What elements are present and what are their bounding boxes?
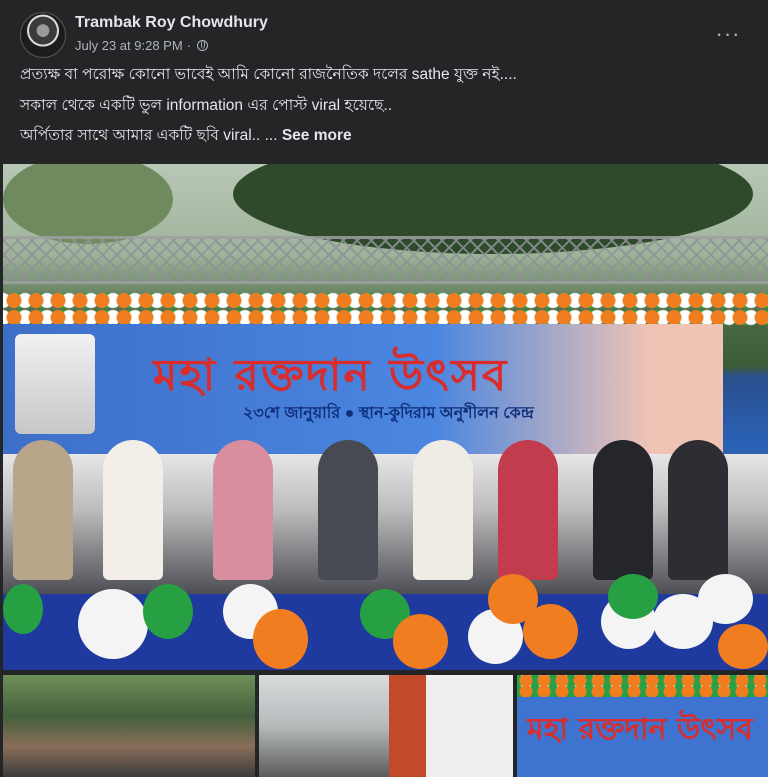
- person: [498, 440, 558, 580]
- balloon: [698, 574, 753, 624]
- thumbnail-photo-2[interactable]: [259, 675, 513, 777]
- post-meta: July 23 at 9:28 PM ·: [75, 38, 209, 53]
- stage-truss: [3, 236, 768, 284]
- balloon: [393, 614, 448, 669]
- globe-icon[interactable]: [197, 40, 209, 51]
- main-photo[interactable]: মহা রক্তদান উৎসব ২৩শে জানুয়ারি ● স্থান-…: [3, 164, 768, 670]
- balloon: [253, 609, 308, 669]
- see-more-button[interactable]: See more: [282, 127, 352, 144]
- photo-scene: মহা রক্তদান উৎসব ২৩শে জানুয়ারি ● স্থান-…: [3, 164, 768, 670]
- balloon: [78, 589, 148, 659]
- person: [213, 440, 273, 580]
- post-timestamp[interactable]: July 23 at 9:28 PM: [75, 38, 183, 53]
- facebook-post: Trambak Roy Chowdhury July 23 at 9:28 PM…: [0, 0, 768, 777]
- post-text-line-3-content: অর্পিতার সাথে আমার একটি ছবি viral.. ...: [20, 127, 278, 144]
- author-name[interactable]: Trambak Roy Chowdhury: [75, 14, 268, 32]
- balloon-garland: [3, 292, 768, 326]
- balloon: [523, 604, 578, 659]
- balloon: [143, 584, 193, 639]
- author-avatar[interactable]: [20, 12, 66, 58]
- balloon: [3, 584, 43, 634]
- balloon-garland: [517, 675, 768, 697]
- post-text: প্রত্যক্ষ বা পরোক্ষ কোনো ভাবেই আমি কোনো …: [20, 64, 748, 156]
- more-options-icon[interactable]: ···: [714, 20, 742, 48]
- post-header: Trambak Roy Chowdhury July 23 at 9:28 PM…: [20, 12, 748, 58]
- person: [103, 440, 163, 580]
- thumbnail-photo-3[interactable]: মহা রক্তদান উৎসব: [517, 675, 768, 777]
- post-text-line-3: অর্পিতার সাথে আমার একটি ছবি viral.. ... …: [20, 125, 748, 147]
- post-text-line-1: প্রত্যক্ষ বা পরোক্ষ কোনো ভাবেই আমি কোনো …: [20, 66, 517, 83]
- balloon: [608, 574, 658, 619]
- photo-thumbnails: মহা রক্তদান উৎসব: [3, 675, 768, 777]
- thumbnail-photo-1[interactable]: [3, 675, 255, 777]
- person: [668, 440, 728, 580]
- thumbnail-banner-title: মহা রক্তদান উৎসব: [527, 712, 753, 747]
- person: [413, 440, 473, 580]
- banner-subtitle: ২৩শে জানুয়ারি ● স্থান-কুদিরাম অনুশীলন ক…: [243, 405, 534, 422]
- meta-separator: ·: [186, 38, 192, 53]
- portrait-image: [15, 334, 95, 434]
- person: [593, 440, 653, 580]
- person: [13, 440, 73, 580]
- balloon: [718, 624, 768, 669]
- post-text-line-2: সকাল থেকে একটি ভুল information এর পোস্ট …: [20, 96, 393, 114]
- person: [318, 440, 378, 580]
